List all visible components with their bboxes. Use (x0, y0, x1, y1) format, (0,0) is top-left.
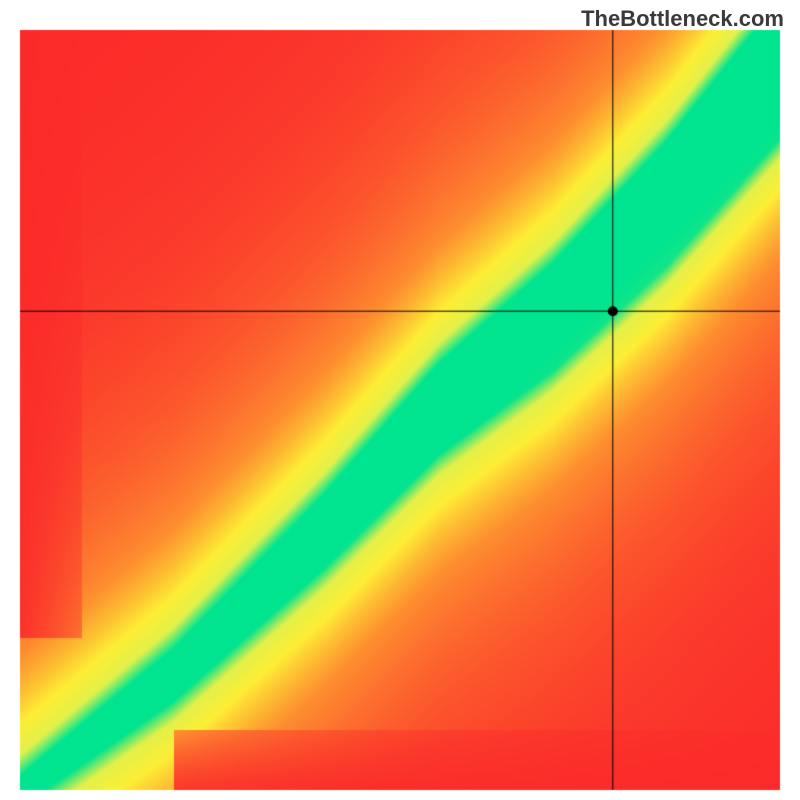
watermark-text: TheBottleneck.com (581, 6, 784, 32)
chart-container: TheBottleneck.com (0, 0, 800, 800)
bottleneck-heatmap (0, 0, 800, 800)
